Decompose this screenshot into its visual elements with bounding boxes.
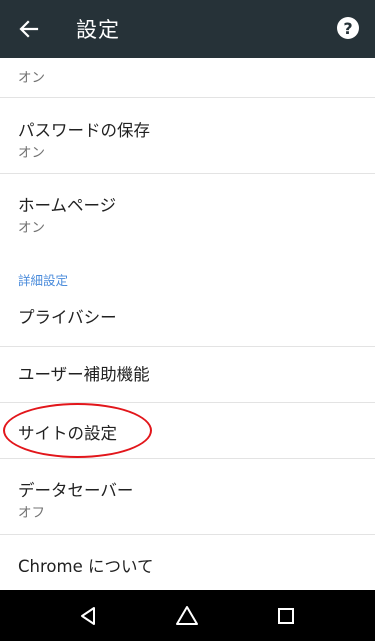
setting-title: ホームページ: [18, 196, 117, 215]
setting-title: プライバシー: [18, 308, 117, 327]
circle-home-icon: [176, 605, 199, 625]
setting-title: ユーザー補助機能: [18, 365, 150, 384]
list-item-partial[interactable]: オン: [0, 58, 375, 98]
arrow-back-icon: [19, 20, 39, 38]
page-title: 設定: [76, 18, 120, 42]
app-bar: 設定 ?: [0, 0, 375, 58]
settings-list[interactable]: オン パスワードの保存 オン ホームページ オン 詳細設定 プライバシー ユーザ…: [0, 58, 375, 590]
setting-summary: オン: [18, 70, 45, 86]
setting-summary: オン: [18, 220, 45, 236]
nav-home-button[interactable]: [163, 596, 211, 636]
help-button[interactable]: ?: [337, 17, 359, 39]
list-item-home-page[interactable]: ホームページ オン: [0, 174, 375, 254]
back-button[interactable]: [0, 0, 58, 58]
nav-recents-button[interactable]: [262, 596, 310, 636]
setting-title: パスワードの保存: [18, 121, 150, 140]
list-item-password-save[interactable]: パスワードの保存 オン: [0, 98, 375, 174]
setting-title: Chrome について: [18, 557, 154, 576]
triangle-back-icon: [81, 606, 96, 625]
list-item-privacy[interactable]: プライバシー: [0, 290, 375, 347]
list-item-about-chrome[interactable]: Chrome について: [0, 535, 375, 590]
setting-title: サイトの設定: [18, 424, 117, 443]
help-icon: ?: [343, 18, 353, 38]
list-item-accessibility[interactable]: ユーザー補助機能: [0, 347, 375, 403]
setting-summary: オン: [18, 145, 45, 161]
setting-title: データセーバー: [18, 481, 134, 500]
setting-summary: オフ: [18, 505, 45, 521]
section-header-advanced: 詳細設定: [18, 273, 69, 288]
list-item-data-saver[interactable]: データセーバー オフ: [0, 459, 375, 535]
system-nav-bar: [0, 590, 375, 641]
nav-back-button[interactable]: [65, 596, 113, 636]
square-recents-icon: [277, 607, 294, 624]
list-item-site-settings[interactable]: サイトの設定: [0, 403, 375, 459]
